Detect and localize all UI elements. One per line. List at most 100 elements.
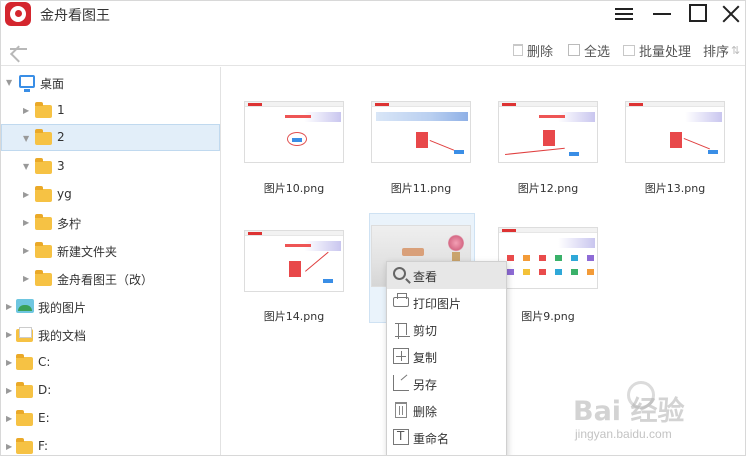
- file-name: 图片13.png: [644, 182, 706, 195]
- select-all-label: 全选: [584, 44, 611, 60]
- trash-icon: [513, 44, 523, 56]
- tree-item-drive[interactable]: ▶ F:: [1, 433, 220, 455]
- expand-arrow-icon[interactable]: ▶: [23, 274, 29, 283]
- tree-item-label: 3: [57, 159, 65, 173]
- title-bar: 金舟看图王: [1, 1, 745, 27]
- thumbnail-image[interactable]: [498, 227, 598, 289]
- tree-item-my-documents[interactable]: ▶ 我的文档: [1, 321, 220, 348]
- printer-icon: [393, 293, 409, 307]
- pictures-icon: [16, 299, 34, 313]
- tree-item-label: 多柠: [57, 217, 82, 231]
- thumbnail-image[interactable]: [371, 101, 471, 163]
- file-name: 图片11.png: [390, 182, 452, 195]
- tree-item-drive[interactable]: ▶ E:: [1, 405, 220, 432]
- context-menu: 查看 打印图片 剪切 复制 另存 删除 重命名: [386, 261, 507, 455]
- expand-arrow-icon[interactable]: ▶: [23, 218, 29, 227]
- folder-tree: ▼ 桌面 ▶ 1 ▼ 2 ▼ 3 ▶ yg ▶ 多柠 ▶ 新建文件夹 ▶ 金舟看…: [1, 67, 221, 455]
- back-arrow-icon[interactable]: [7, 37, 29, 63]
- app-window: 金舟看图王 删除 全选 批量处理 排序 ⇅ ▼ 桌面 ▶ 1 ▼ 2 ▼ 3 ▶…: [0, 0, 746, 456]
- expand-arrow-icon[interactable]: ▶: [23, 246, 29, 255]
- menu-icon[interactable]: [609, 1, 639, 27]
- file-name: 图片14.png: [263, 310, 325, 323]
- cut-icon: [395, 323, 410, 339]
- expand-arrow-icon[interactable]: ▶: [6, 302, 12, 311]
- folder-icon: [35, 129, 52, 145]
- expand-arrow-icon[interactable]: ▶: [6, 414, 12, 423]
- file-name: 图片9.png: [521, 310, 575, 323]
- tree-item-label: 桌面: [40, 77, 65, 91]
- app-logo-icon: [5, 2, 31, 26]
- tree-item-folder[interactable]: ▼ 3: [1, 153, 220, 180]
- expand-arrow-icon[interactable]: ▶: [6, 442, 12, 451]
- menu-item-cut[interactable]: 剪切: [387, 316, 506, 343]
- thumbnail-image[interactable]: [498, 101, 598, 163]
- close-button[interactable]: [717, 1, 745, 27]
- menu-item-rename[interactable]: 重命名: [387, 424, 506, 451]
- expand-arrow-icon[interactable]: ▶: [6, 358, 12, 367]
- documents-icon: [16, 327, 33, 342]
- expand-arrow-icon[interactable]: ▶: [23, 190, 29, 199]
- rename-icon: [393, 429, 409, 445]
- menu-item-view[interactable]: 查看: [387, 262, 506, 289]
- expand-arrow-icon[interactable]: ▶: [23, 106, 29, 115]
- thumbnail-image[interactable]: [244, 230, 344, 292]
- tree-item-folder[interactable]: ▶ 多柠: [1, 209, 220, 236]
- menu-item-label: 另存: [413, 378, 438, 392]
- tree-item-folder[interactable]: ▶ 1: [1, 97, 220, 124]
- checkbox-icon: [568, 44, 580, 56]
- tree-item-my-pictures[interactable]: ▶ 我的图片: [1, 293, 220, 320]
- menu-item-print[interactable]: 打印图片: [387, 289, 506, 316]
- menu-item-delete[interactable]: 删除: [387, 397, 506, 424]
- thumbnail-image[interactable]: [244, 101, 344, 163]
- tree-item-label: 金舟看图王（改）: [57, 273, 154, 287]
- app-title: 金舟看图王: [40, 8, 110, 24]
- select-all-checkbox[interactable]: 全选: [568, 41, 611, 60]
- drive-icon: [16, 382, 33, 398]
- tree-item-folder[interactable]: ▶ yg: [1, 181, 220, 208]
- expand-arrow-icon[interactable]: ▼: [23, 162, 29, 171]
- delete-button[interactable]: 删除: [513, 41, 553, 60]
- menu-item-label: 剪切: [413, 324, 438, 338]
- expand-arrow-icon[interactable]: ▶: [6, 330, 12, 339]
- tree-item-label: F:: [38, 439, 49, 453]
- file-name: 图片12.png: [517, 182, 579, 195]
- thumbnail-image[interactable]: [625, 101, 725, 163]
- tree-item-folder[interactable]: ▶ 新建文件夹: [1, 237, 220, 264]
- minimize-button[interactable]: [647, 1, 677, 27]
- tree-item-desktop[interactable]: ▼ 桌面: [1, 69, 220, 96]
- sort-arrows-icon: ⇅: [731, 43, 741, 57]
- tree-item-label: 新建文件夹: [57, 245, 118, 259]
- expand-arrow-icon[interactable]: ▶: [6, 386, 12, 395]
- tree-item-label: 我的图片: [38, 301, 87, 315]
- desktop-icon: [19, 75, 35, 92]
- sort-button[interactable]: 排序 ⇅: [703, 41, 741, 60]
- drive-icon: [16, 410, 33, 426]
- folder-icon: [35, 102, 52, 118]
- copy-icon: [393, 348, 409, 364]
- tree-item-label: E:: [38, 411, 50, 425]
- expand-arrow-icon[interactable]: ▼: [23, 134, 29, 143]
- folder-icon: [35, 158, 52, 174]
- expand-arrow-icon[interactable]: ▼: [6, 78, 12, 87]
- menu-item-copy[interactable]: 复制: [387, 343, 506, 370]
- batch-label: 批量处理: [639, 44, 692, 60]
- folder-icon: [35, 214, 52, 230]
- toolbar: 删除 全选 批量处理 排序 ⇅: [1, 34, 745, 66]
- batch-icon: [623, 44, 635, 56]
- save-as-icon: [393, 375, 409, 391]
- file-name: 图片10.png: [263, 182, 325, 195]
- drive-icon: [16, 438, 33, 454]
- tree-item-label: 1: [57, 103, 65, 117]
- folder-icon: [35, 186, 52, 202]
- trash-icon: [395, 402, 407, 418]
- tree-item-folder[interactable]: ▶ 金舟看图王（改）: [1, 265, 220, 292]
- batch-process-button[interactable]: 批量处理: [623, 41, 692, 60]
- watermark-brand: Bai 经验: [573, 396, 685, 427]
- tree-item-drive[interactable]: ▶ C:: [1, 349, 220, 376]
- magnifier-icon: [393, 267, 406, 280]
- tree-item-folder-selected[interactable]: ▼ 2: [1, 124, 220, 151]
- maximize-button[interactable]: [683, 1, 713, 27]
- menu-item-label: 打印图片: [413, 297, 462, 311]
- tree-item-drive[interactable]: ▶ D:: [1, 377, 220, 404]
- menu-item-save-as[interactable]: 另存: [387, 370, 506, 397]
